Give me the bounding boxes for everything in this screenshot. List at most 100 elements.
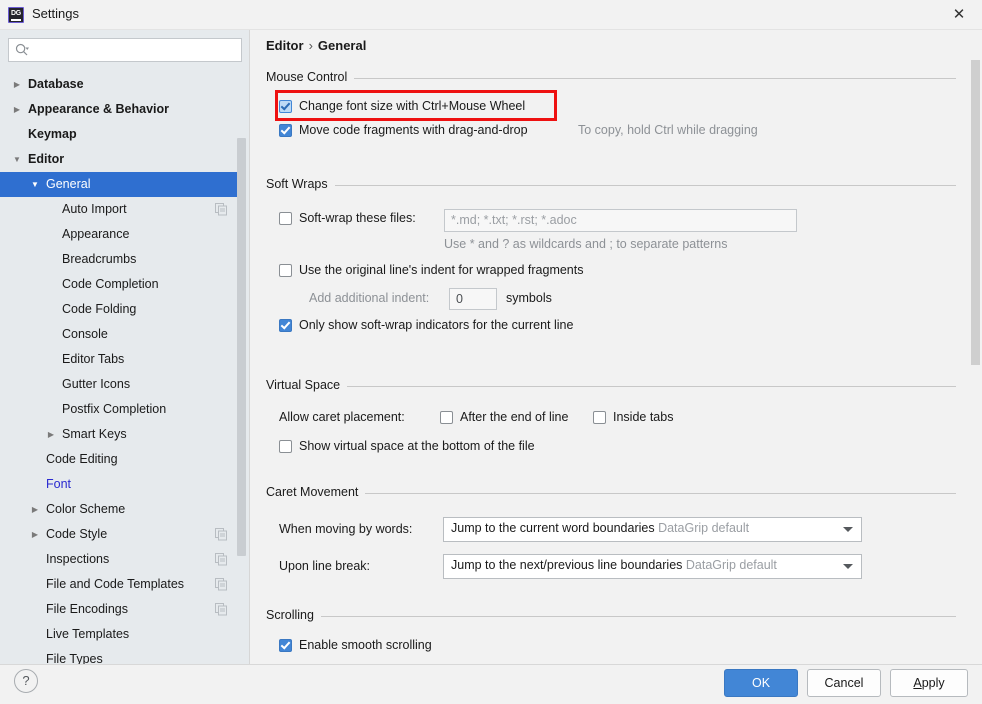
sidebar-item-editor[interactable]: ▼ Editor <box>0 147 240 172</box>
sidebar-item-code-completion[interactable]: Code Completion <box>0 272 240 297</box>
title-bar: DG Settings ✕ <box>0 0 982 30</box>
dropdown-upon-line-break[interactable]: Jump to the next/previous line boundarie… <box>443 554 862 579</box>
checkbox-original-indent[interactable] <box>279 264 292 277</box>
content-scrollbar-track[interactable] <box>969 30 982 664</box>
sidebar-item-label: Code Style <box>46 527 108 541</box>
checkbox-show-virtual-space[interactable] <box>279 440 292 453</box>
sidebar-scrollbar-thumb[interactable] <box>237 138 246 556</box>
sidebar-item-label: Inspections <box>46 552 110 566</box>
checkbox-soft-wrap-files[interactable] <box>279 212 292 225</box>
ok-button[interactable]: OK <box>724 669 798 697</box>
row-change-font-size[interactable]: Change font size with Ctrl+Mouse Wheel <box>266 96 966 120</box>
sidebar-item-breadcrumbs[interactable]: Breadcrumbs <box>0 247 240 272</box>
sidebar-item-inspections[interactable]: Inspections <box>0 547 240 572</box>
row-move-code-fragments[interactable]: Move code fragments with drag-and-drop T… <box>266 120 966 144</box>
apply-rest: pply <box>921 676 945 690</box>
group-caret-movement: Caret Movement When moving by words: Jum… <box>266 485 966 589</box>
group-header-caret-movement: Caret Movement <box>266 485 966 501</box>
sidebar-item-console[interactable]: Console <box>0 322 240 347</box>
sidebar-scrollbar-track[interactable] <box>237 72 248 664</box>
label-move-code-fragments: Move code fragments with drag-and-drop <box>299 123 528 137</box>
chevron-down-icon[interactable] <box>843 564 853 569</box>
input-soft-wrap-files[interactable]: *.md; *.txt; *.rst; *.adoc <box>444 209 797 232</box>
copy-settings-icon[interactable] <box>215 528 228 541</box>
sidebar-item-database[interactable]: ▶ Database <box>0 72 240 97</box>
input-additional-indent[interactable]: 0 <box>449 288 497 310</box>
sidebar-item-code-folding[interactable]: Code Folding <box>0 297 240 322</box>
sidebar-item-font[interactable]: Font <box>0 472 240 497</box>
sidebar-item-keymap[interactable]: Keymap <box>0 122 240 147</box>
chevron-right-icon[interactable]: ▶ <box>28 522 42 547</box>
chevron-down-icon[interactable]: ▼ <box>28 172 42 197</box>
sidebar-item-label: Keymap <box>28 127 77 141</box>
checkbox-after-end-of-line[interactable] <box>440 411 453 424</box>
checkbox-move-code-fragments[interactable] <box>279 124 292 137</box>
row-only-show-indicators[interactable]: Only show soft-wrap indicators for the c… <box>266 315 966 339</box>
sidebar-item-file-encodings[interactable]: File Encodings <box>0 597 240 622</box>
group-mouse-control: Mouse Control Change font size with Ctrl… <box>266 70 966 144</box>
row-soft-wrap-files[interactable]: Soft-wrap these files: *.md; *.txt; *.rs… <box>266 206 966 234</box>
copy-settings-icon[interactable] <box>215 603 228 616</box>
row-allow-caret-placement[interactable]: Allow caret placement: After the end of … <box>266 407 966 431</box>
label-show-virtual-space: Show virtual space at the bottom of the … <box>299 439 535 453</box>
group-title: Virtual Space <box>266 378 348 392</box>
row-when-moving-by-words[interactable]: When moving by words: Jump to the curren… <box>266 515 966 552</box>
sidebar-item-label: Smart Keys <box>62 427 127 441</box>
row-upon-line-break[interactable]: Upon line break: Jump to the next/previo… <box>266 552 966 589</box>
sidebar-item-file-types[interactable]: File Types <box>0 647 240 664</box>
label-allow-caret-placement: Allow caret placement: <box>279 410 405 424</box>
copy-settings-icon[interactable] <box>215 203 228 216</box>
chevron-right-icon[interactable]: ▶ <box>28 497 42 522</box>
checkbox-inside-tabs[interactable] <box>593 411 606 424</box>
settings-tree[interactable]: ▶ Database ▶ Appearance & Behavior Keymap ▼ Ed… <box>0 72 240 664</box>
sidebar-item-label: Code Folding <box>62 302 137 316</box>
sidebar-item-code-editing[interactable]: Code Editing <box>0 447 240 472</box>
checkbox-enable-smooth-scrolling[interactable] <box>279 639 292 652</box>
sidebar-item-smart-keys[interactable]: ▶ Smart Keys <box>0 422 240 447</box>
chevron-right-icon[interactable]: ▶ <box>10 97 24 122</box>
apply-button[interactable]: Apply <box>890 669 968 697</box>
sidebar-item-gutter-icons[interactable]: Gutter Icons <box>0 372 240 397</box>
breadcrumb-parent[interactable]: Editor <box>266 38 304 53</box>
search-input[interactable] <box>35 39 235 61</box>
sidebar-item-label: Code Completion <box>62 277 159 291</box>
row-additional-indent[interactable]: Add additional indent: 0 symbols <box>266 285 966 315</box>
sidebar-item-file-and-code-templates[interactable]: File and Code Templates <box>0 572 240 597</box>
sidebar-item-appearance-behavior[interactable]: ▶ Appearance & Behavior <box>0 97 240 122</box>
row-wildcard-hint: Use * and ? as wildcards and ; to separa… <box>266 234 966 259</box>
row-show-virtual-space[interactable]: Show virtual space at the bottom of the … <box>266 436 966 460</box>
sidebar-item-auto-import[interactable]: Auto Import <box>0 197 240 222</box>
sidebar-item-live-templates[interactable]: Live Templates <box>0 622 240 647</box>
copy-settings-icon[interactable] <box>215 553 228 566</box>
chevron-down-icon[interactable]: ▼ <box>10 147 24 172</box>
checkbox-change-font-size[interactable] <box>279 100 292 113</box>
group-virtual-space: Virtual Space Allow caret placement: Aft… <box>266 378 966 460</box>
sidebar-item-color-scheme[interactable]: ▶ Color Scheme <box>0 497 240 522</box>
checkbox-only-show-indicators[interactable] <box>279 319 292 332</box>
group-divider <box>266 616 956 617</box>
sidebar-item-appearance[interactable]: Appearance <box>0 222 240 247</box>
help-button[interactable]: ? <box>14 669 38 693</box>
search-box[interactable] <box>8 38 242 62</box>
chevron-right-icon[interactable]: ▶ <box>44 422 58 447</box>
breadcrumb-separator: › <box>308 38 313 53</box>
sidebar-item-label: File Encodings <box>46 602 128 616</box>
content-scrollbar-thumb[interactable] <box>971 60 980 365</box>
row-enable-smooth-scrolling[interactable]: Enable smooth scrolling <box>266 635 966 659</box>
copy-settings-icon[interactable] <box>215 578 228 591</box>
sidebar-item-code-style[interactable]: ▶ Code Style <box>0 522 240 547</box>
window-title: Settings <box>32 6 79 21</box>
sidebar-item-label: Gutter Icons <box>62 377 131 391</box>
chevron-down-icon[interactable] <box>843 527 853 532</box>
group-header-virtual-space: Virtual Space <box>266 378 966 394</box>
dropdown-upon-line-break-suffix: DataGrip default <box>685 558 777 572</box>
cancel-button[interactable]: Cancel <box>807 669 881 697</box>
close-icon[interactable]: ✕ <box>936 0 982 30</box>
dropdown-when-moving-by-words[interactable]: Jump to the current word boundaries Data… <box>443 517 862 542</box>
hint-move-code-fragments: To copy, hold Ctrl while dragging <box>578 123 758 137</box>
sidebar-item-general[interactable]: ▼ General <box>0 172 240 197</box>
sidebar-item-editor-tabs[interactable]: Editor Tabs <box>0 347 240 372</box>
chevron-right-icon[interactable]: ▶ <box>10 72 24 97</box>
row-original-indent[interactable]: Use the original line's indent for wrapp… <box>266 259 966 285</box>
sidebar-item-postfix-completion[interactable]: Postfix Completion <box>0 397 240 422</box>
